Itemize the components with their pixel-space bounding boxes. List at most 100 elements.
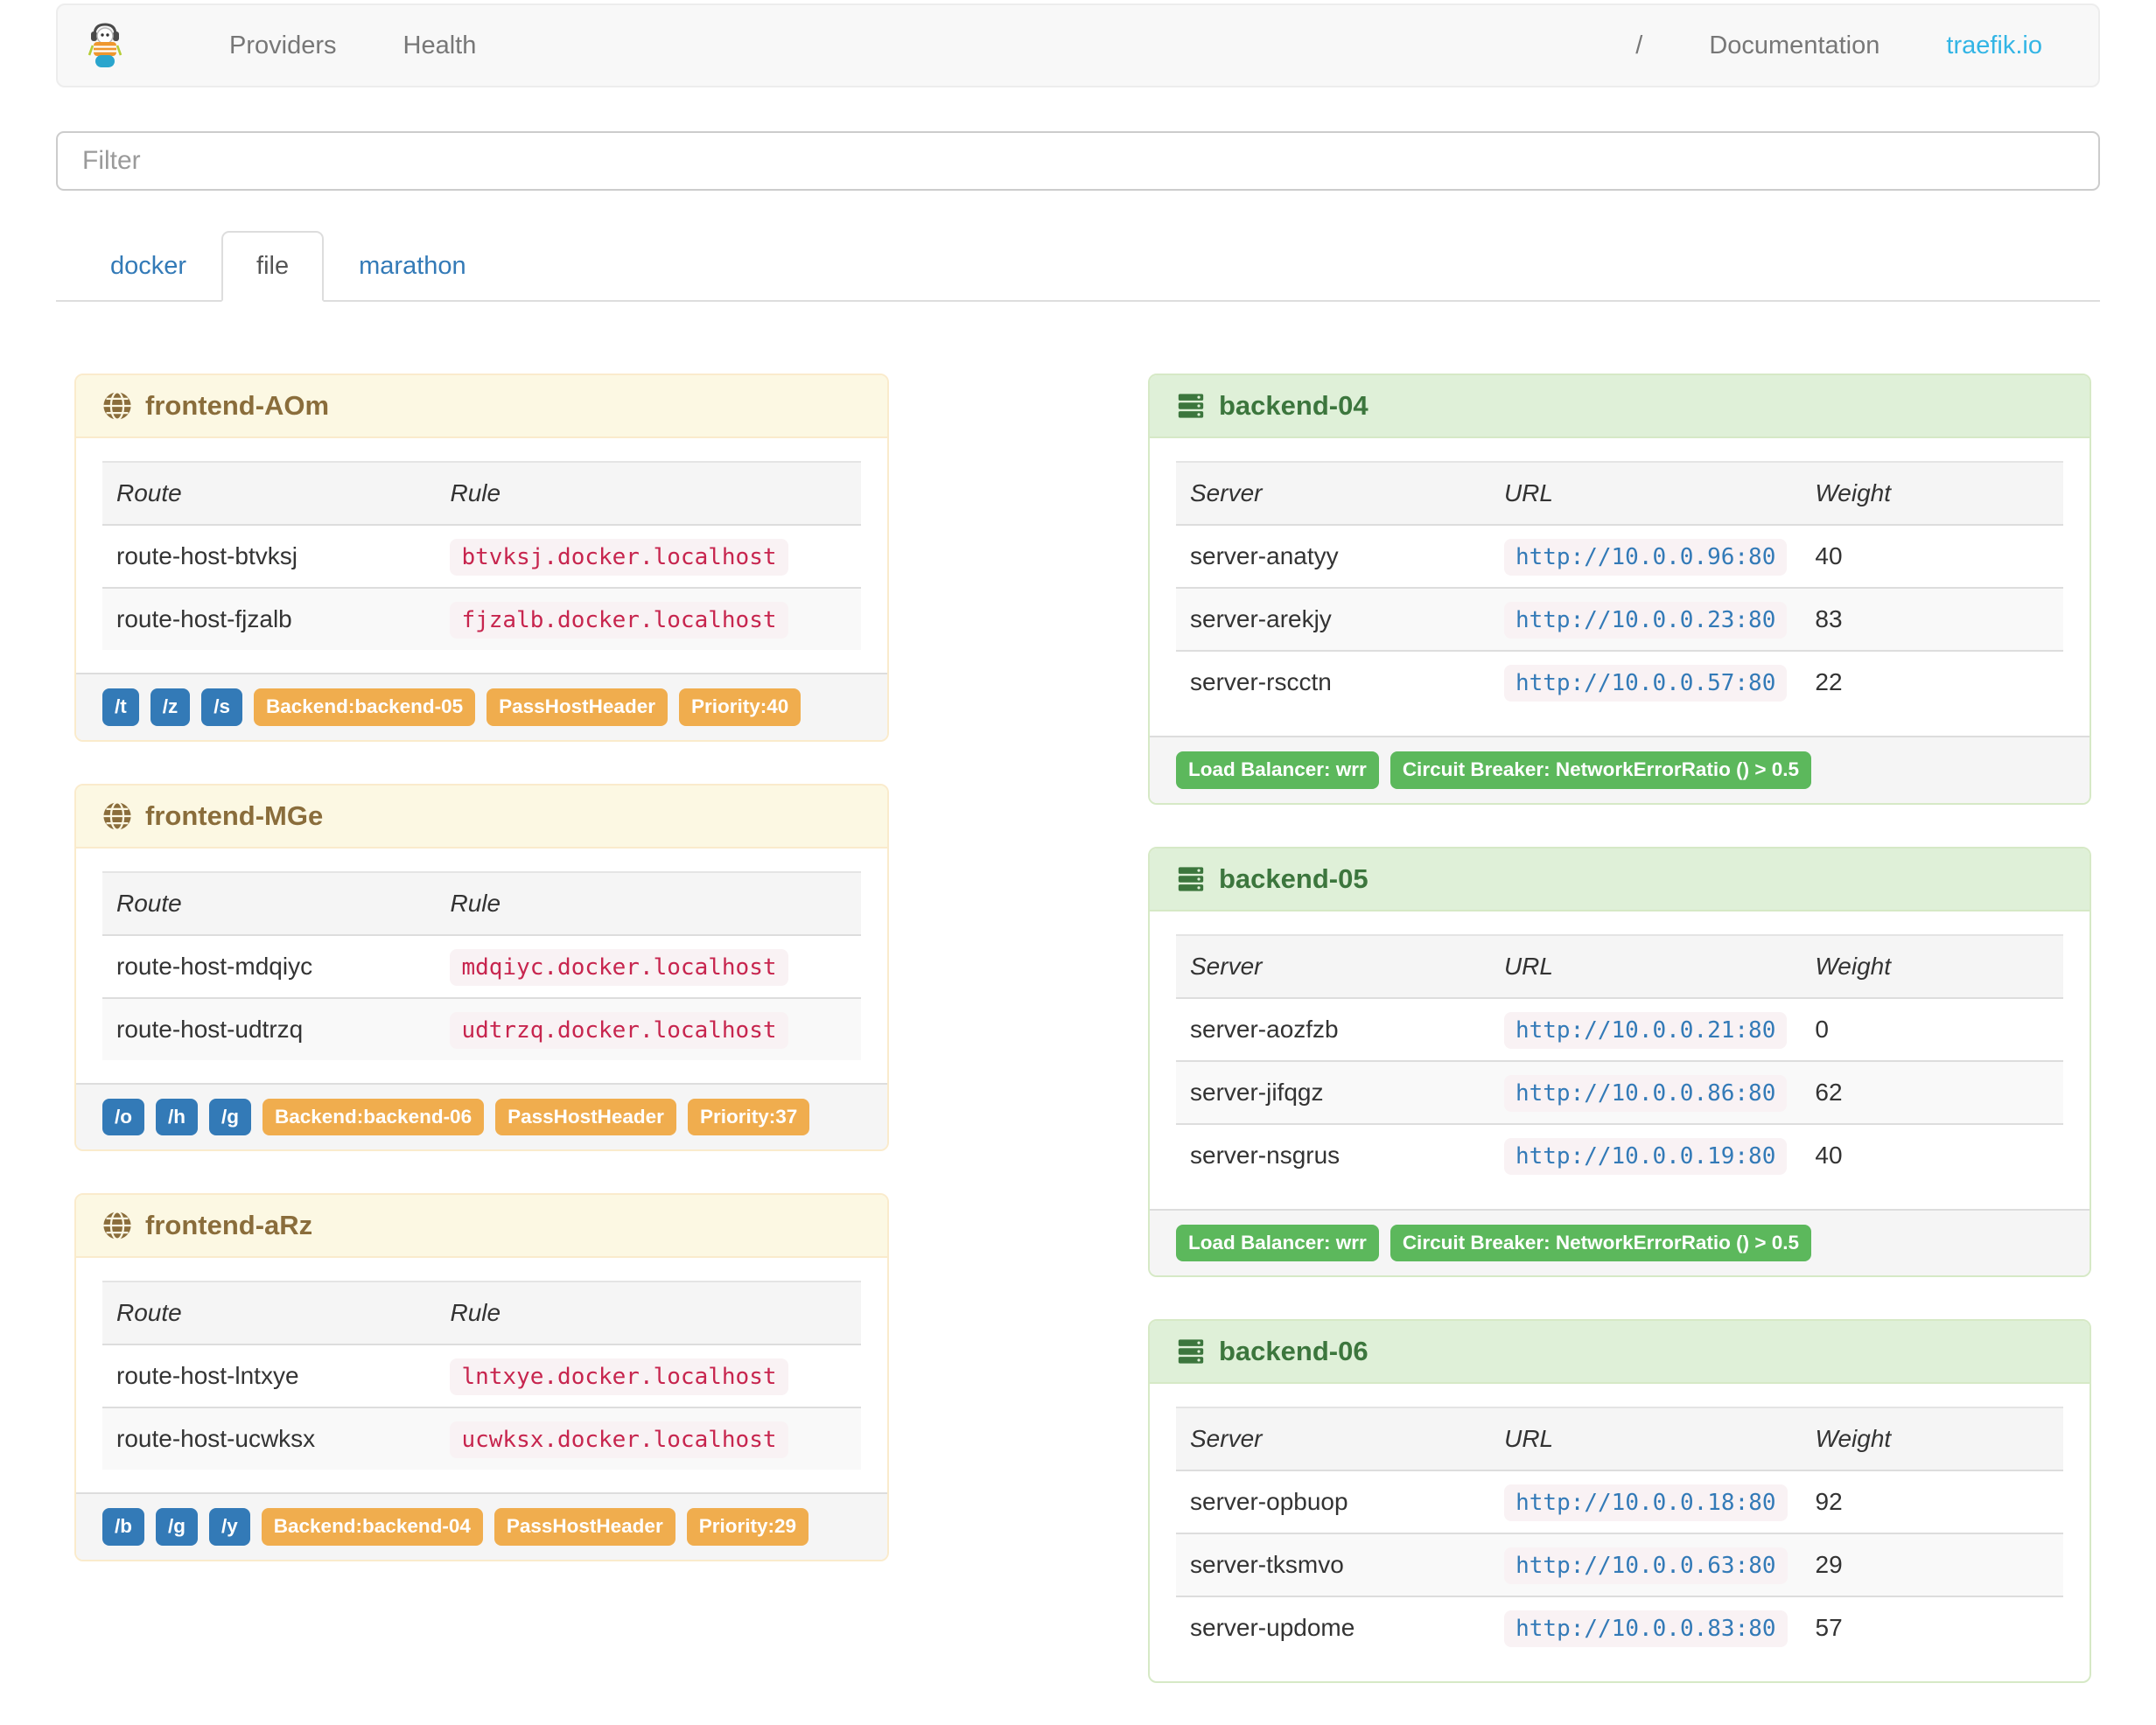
path-label: /y: [209, 1508, 250, 1546]
navbar-left-links: Providers Health: [196, 5, 509, 86]
config-label: Backend:backend-06: [262, 1098, 485, 1135]
server-url-link[interactable]: http://10.0.0.57:80: [1503, 665, 1788, 702]
server-url-link[interactable]: http://10.0.0.63:80: [1504, 1547, 1788, 1584]
globe-icon: [103, 800, 131, 831]
panel-footer: /t/z/s Backend:backend-05 PassHostHeader Pr…: [76, 673, 887, 740]
backend-panel-body: Server URL Weight server-aozfzb http://10…: [1150, 911, 2090, 1209]
globe-icon: [103, 391, 131, 421]
server-weight: 29: [1815, 1551, 1843, 1578]
frontend-panel: frontend-AOm Route Rule route-host-btvks…: [74, 374, 889, 742]
panel-footer: Load Balancer: wrr Circuit Breaker: Netwo…: [1150, 736, 2090, 803]
server-weight: 22: [1815, 668, 1843, 695]
column-header-url: URL: [1503, 479, 1553, 506]
server-url-link[interactable]: http://10.0.0.86:80: [1503, 1074, 1788, 1112]
servers-table: Server URL Weight server-anatyy http://10…: [1176, 461, 2063, 713]
config-label: PassHostHeader: [495, 1098, 676, 1135]
column-header-weight: Weight: [1815, 479, 1892, 506]
frontend-column: frontend-AOm Route Rule route-host-btvks…: [74, 374, 889, 1603]
nav-item-traefik-io[interactable]: traefik.io: [1913, 5, 2076, 86]
frontend-panel-body: Route Rule route-host-btvksj btvksj.docke…: [76, 438, 887, 673]
provider-tabs: docker file marathon: [56, 231, 2100, 302]
routes-table: Route Rule route-host-btvksj btvksj.docke…: [102, 461, 861, 650]
server-weight: 40: [1815, 1141, 1843, 1169]
tab-file: file: [221, 231, 325, 302]
path-label: /g: [156, 1508, 198, 1546]
tab-marathon-link[interactable]: marathon: [324, 231, 501, 302]
route-row: route-host-udtrzq udtrzq.docker.localhost: [102, 997, 861, 1060]
rule-code: fjzalb.docker.localhost: [450, 602, 788, 639]
nav-item-root-slash[interactable]: /: [1602, 5, 1676, 86]
server-weight: 57: [1815, 1614, 1843, 1641]
rule-cell: btvksj.docker.localhost: [436, 525, 861, 588]
server-url-link[interactable]: http://10.0.0.83:80: [1504, 1610, 1788, 1647]
page-container: Providers Health / Documentation traefik…: [0, 3, 2156, 1725]
route-name: route-host-btvksj: [116, 542, 298, 569]
server-icon: [1178, 1339, 1204, 1364]
server-row: server-anatyy http://10.0.0.96:80 40: [1176, 525, 2063, 588]
tab-docker: docker: [75, 231, 221, 300]
backend-config-label: Circuit Breaker: NetworkErrorRatio () > …: [1390, 1224, 1812, 1261]
panel-footer: Load Balancer: wrr Circuit Breaker: Netwo…: [1150, 1208, 2090, 1275]
server-weight: 62: [1815, 1078, 1843, 1106]
backend-panel-heading: backend-05: [1150, 848, 2090, 911]
config-label: Priority:37: [687, 1098, 810, 1135]
nav-item-documentation[interactable]: Documentation: [1676, 5, 1913, 86]
rule-cell: ucwksx.docker.localhost: [436, 1407, 861, 1470]
backend-column: backend-04 Server URL Weight server-anat…: [1148, 374, 2091, 1725]
url-cell: http://10.0.0.63:80: [1490, 1533, 1801, 1596]
routes-table: Route Rule route-host-mdqiyc mdqiyc.docke…: [102, 871, 861, 1060]
column-header-rule: Rule: [450, 889, 501, 917]
server-row: server-updome http://10.0.0.83:80 57: [1176, 1596, 2063, 1659]
route-name: route-host-ucwksx: [116, 1425, 316, 1452]
url-cell: http://10.0.0.18:80: [1490, 1470, 1801, 1533]
backend-config-label: Circuit Breaker: NetworkErrorRatio () > …: [1390, 751, 1812, 789]
config-label: PassHostHeader: [486, 688, 668, 726]
rule-cell: lntxye.docker.localhost: [436, 1344, 861, 1407]
column-header-route: Route: [116, 479, 182, 506]
nav-item-providers[interactable]: Providers: [196, 5, 370, 86]
route-row: route-host-btvksj btvksj.docker.localhost: [102, 525, 861, 588]
server-url-link[interactable]: http://10.0.0.21:80: [1503, 1011, 1788, 1049]
tab-file-link[interactable]: file: [221, 231, 325, 302]
server-url-link[interactable]: http://10.0.0.18:80: [1504, 1484, 1788, 1521]
nav-item-health[interactable]: Health: [370, 5, 510, 86]
panel-title: frontend-AOm: [145, 390, 330, 421]
column-header-route: Route: [116, 889, 182, 917]
panel-footer: /b/g/y Backend:backend-04 PassHostHeader Pr…: [76, 1492, 887, 1560]
route-name: route-host-mdqiyc: [116, 952, 313, 980]
url-cell: http://10.0.0.23:80: [1490, 588, 1801, 651]
frontend-panel-heading: frontend-aRz: [76, 1195, 887, 1258]
server-name: server-nsgrus: [1190, 1141, 1340, 1169]
server-url-link[interactable]: http://10.0.0.19:80: [1503, 1137, 1788, 1175]
server-url-link[interactable]: http://10.0.0.23:80: [1503, 602, 1788, 639]
routes-table-header-row: Route Rule: [102, 871, 861, 935]
column-header-url: URL: [1503, 952, 1553, 980]
route-name: route-host-lntxye: [116, 1362, 299, 1389]
column-header-rule: Rule: [450, 1299, 501, 1326]
backend-panel: backend-05 Server URL Weight server-aozf…: [1148, 846, 2091, 1277]
server-row: server-opbuop http://10.0.0.18:80 92: [1176, 1470, 2063, 1533]
server-name: server-aozfzb: [1190, 1015, 1339, 1043]
backend-config-label: Load Balancer: wrr: [1176, 751, 1379, 789]
server-name: server-updome: [1190, 1614, 1355, 1641]
url-cell: http://10.0.0.19:80: [1490, 1124, 1801, 1186]
servers-table: Server URL Weight server-opbuop http://10…: [1176, 1407, 2063, 1659]
server-weight: 40: [1815, 542, 1843, 569]
frontend-panel-heading: frontend-AOm: [76, 375, 887, 438]
tab-docker-link[interactable]: docker: [75, 231, 221, 302]
path-label: /b: [102, 1508, 144, 1546]
navbar-brand[interactable]: [58, 23, 150, 68]
server-name: server-rscctn: [1190, 668, 1332, 695]
rule-code: btvksj.docker.localhost: [450, 539, 788, 576]
column-header-route: Route: [116, 1299, 182, 1326]
rule-cell: mdqiyc.docker.localhost: [436, 935, 861, 998]
backend-panel-body: Server URL Weight server-anatyy http://10…: [1150, 438, 2090, 736]
server-url-link[interactable]: http://10.0.0.96:80: [1503, 539, 1788, 576]
rule-cell: udtrzq.docker.localhost: [436, 998, 861, 1060]
server-icon: [1178, 394, 1204, 418]
servers-table-header-row: Server URL Weight: [1176, 1407, 2063, 1470]
filter-input[interactable]: [56, 131, 2100, 191]
route-row: route-host-mdqiyc mdqiyc.docker.localhost: [102, 935, 861, 998]
route-name: route-host-udtrzq: [116, 1015, 304, 1043]
column-header-url: URL: [1504, 1425, 1554, 1452]
